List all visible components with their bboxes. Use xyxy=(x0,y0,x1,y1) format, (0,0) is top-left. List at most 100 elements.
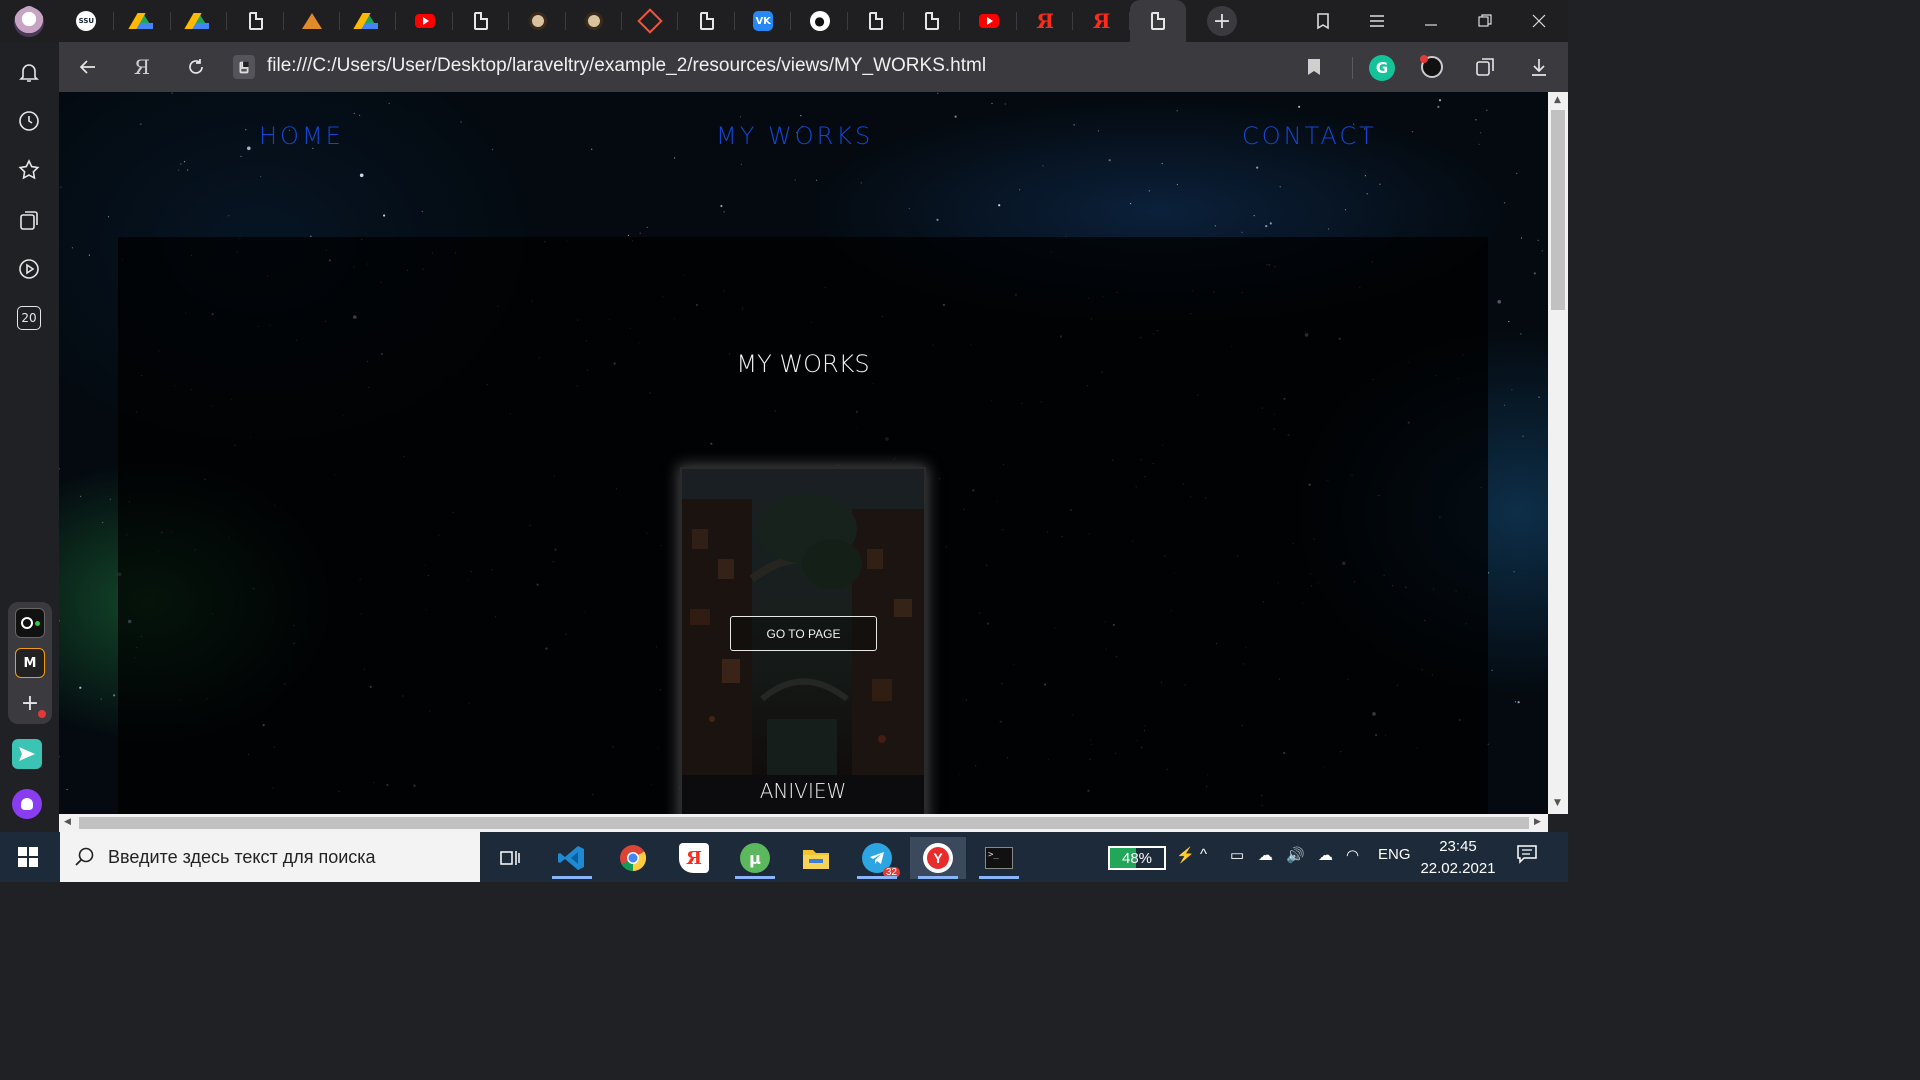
app-m-icon[interactable]: M xyxy=(15,648,45,678)
taskbar-yandex-music[interactable]: Я xyxy=(666,837,722,879)
taskbar-vscode[interactable] xyxy=(544,837,600,879)
browser-tab[interactable] xyxy=(1130,0,1186,42)
onedrive-icon[interactable]: ☁ xyxy=(1258,846,1273,864)
browser-tab[interactable]: Я xyxy=(1074,0,1130,42)
menu-button[interactable] xyxy=(1350,0,1404,42)
status-dot-icon xyxy=(34,620,40,626)
nav-contact-link[interactable]: CONTACT xyxy=(1242,122,1377,150)
scroll-down-arrow-icon[interactable]: ▼ xyxy=(1554,798,1561,808)
taskbar-utorrent[interactable]: µ xyxy=(727,837,783,879)
clock-time[interactable]: 23:45 xyxy=(1418,838,1498,855)
close-window-button[interactable] xyxy=(1512,0,1566,42)
browser-toolbar: Я file:///C:/Users/User/Desktop/laravelt… xyxy=(59,42,1568,92)
new-tab-button[interactable]: + xyxy=(1207,6,1237,36)
downloads-button[interactable] xyxy=(1524,52,1554,82)
running-indicator xyxy=(918,876,958,879)
wifi-icon[interactable]: ◠ xyxy=(1346,846,1359,864)
browser-tab[interactable]: SSU xyxy=(58,0,115,42)
notifications-button[interactable] xyxy=(14,57,44,87)
telegram-icon: 32 xyxy=(862,843,900,878)
browser-tab[interactable] xyxy=(622,0,679,42)
send-icon xyxy=(19,747,35,761)
taskbar-chrome[interactable] xyxy=(605,837,661,879)
go-to-page-button[interactable]: GO TO PAGE xyxy=(730,616,877,651)
scroll-right-arrow-icon[interactable]: ▶ xyxy=(1534,817,1541,827)
language-indicator[interactable]: ENG xyxy=(1378,846,1411,863)
collections-icon xyxy=(20,211,38,230)
clock-date[interactable]: 22.02.2021 xyxy=(1418,860,1498,877)
extension-button[interactable] xyxy=(1417,52,1447,82)
vk-icon: VK xyxy=(753,11,774,31)
messenger-app-icon[interactable] xyxy=(12,739,42,769)
vertical-scroll-thumb[interactable] xyxy=(1551,110,1565,310)
address-bar[interactable]: file:///C:/Users/User/Desktop/laraveltry… xyxy=(267,55,986,77)
show-hidden-icons-button[interactable]: ^ xyxy=(1200,846,1207,863)
horizontal-scrollbar[interactable]: ◀ ▶ xyxy=(59,814,1548,832)
history-button[interactable] xyxy=(14,106,44,136)
browser-tab[interactable] xyxy=(848,0,904,42)
vertical-scrollbar[interactable]: ▲ ▼ xyxy=(1548,92,1568,814)
browser-tab[interactable] xyxy=(171,0,228,42)
page-icon xyxy=(471,11,491,31)
ssu-icon: SSU xyxy=(76,11,97,31)
taskbar-terminal[interactable]: >_ xyxy=(971,837,1027,879)
browser-tab[interactable]: Я xyxy=(1017,0,1074,42)
browser-tab[interactable] xyxy=(340,0,397,42)
browser-tab[interactable] xyxy=(566,0,622,42)
horizontal-scroll-thumb[interactable] xyxy=(79,817,1529,829)
cloud-icon[interactable]: ☁ xyxy=(1318,846,1333,864)
profile-avatar[interactable] xyxy=(14,7,44,37)
browser-tab[interactable] xyxy=(228,0,284,42)
search-icon xyxy=(75,847,94,866)
page-icon xyxy=(697,11,717,31)
battery-indicator[interactable]: 48% xyxy=(1108,846,1166,870)
browser-tab[interactable] xyxy=(904,0,961,42)
task-view-icon xyxy=(500,851,520,865)
meet-now-icon[interactable]: ▭ xyxy=(1230,846,1244,864)
browser-tab[interactable] xyxy=(284,0,340,42)
reload-button[interactable] xyxy=(181,52,211,82)
minimize-button[interactable] xyxy=(1404,0,1458,42)
task-view-button[interactable] xyxy=(482,837,538,879)
browser-tab[interactable] xyxy=(510,0,566,42)
alice-assistant-icon[interactable] xyxy=(12,789,42,819)
browser-tab[interactable]: VK xyxy=(735,0,792,42)
media-button[interactable] xyxy=(14,254,44,284)
taskbar-yandex-browser[interactable]: Y xyxy=(910,837,966,879)
bookmarks-button[interactable] xyxy=(14,155,44,185)
browser-tab[interactable] xyxy=(679,0,735,42)
browser-tab[interactable] xyxy=(115,0,171,42)
counter-button[interactable]: 20 xyxy=(14,303,44,333)
back-button[interactable] xyxy=(73,52,103,82)
action-center-button[interactable] xyxy=(1516,844,1538,868)
taskbar-telegram[interactable]: 32 xyxy=(849,837,905,879)
page-icon xyxy=(922,11,942,31)
card-preview-image: GO TO PAGE xyxy=(682,469,924,775)
restore-button[interactable] xyxy=(1458,0,1512,42)
scroll-up-arrow-icon[interactable]: ▲ xyxy=(1554,95,1561,105)
start-button[interactable] xyxy=(8,842,48,872)
yandex-home-button[interactable]: Я xyxy=(127,52,157,82)
browser-tab[interactable]: ● xyxy=(792,0,848,42)
browser-tab[interactable] xyxy=(961,0,1017,42)
yandex-icon: Я xyxy=(1036,9,1054,33)
browser-tab[interactable] xyxy=(453,0,510,42)
works-panel: MY WORKS GO TO PAGE ANIVIEW xyxy=(118,237,1488,814)
collections-button[interactable] xyxy=(14,205,44,235)
volume-icon[interactable]: 🔊 xyxy=(1286,846,1305,864)
grammarly-extension-icon[interactable]: G xyxy=(1369,55,1395,81)
page-viewport: HOME MY WORKS CONTACT MY WORKS GO TO PAG… xyxy=(59,92,1548,814)
app-screen-recorder[interactable] xyxy=(15,608,45,638)
nav-my-works-link[interactable]: MY WORKS xyxy=(716,122,873,150)
bookmark-page-button[interactable] xyxy=(1299,52,1329,82)
nav-home-link[interactable]: HOME xyxy=(259,122,344,150)
scroll-left-arrow-icon[interactable]: ◀ xyxy=(64,817,71,827)
google-drive-icon xyxy=(358,11,379,31)
tabs-overview-button[interactable] xyxy=(1296,0,1350,42)
terminal-icon: >_ xyxy=(985,847,1013,869)
collections-toolbar-button[interactable] xyxy=(1471,52,1501,82)
browser-tab[interactable] xyxy=(397,0,453,42)
taskbar-file-explorer[interactable] xyxy=(788,837,844,879)
taskbar-search-box[interactable]: Введите здесь текст для поиска xyxy=(60,832,480,882)
page-info-button[interactable] xyxy=(229,52,259,82)
